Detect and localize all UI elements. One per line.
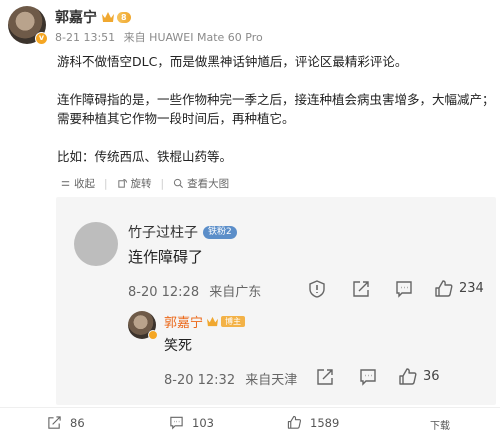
rotate-label: 旋转 (130, 178, 152, 190)
rotate-button[interactable]: 旋转 (117, 176, 152, 191)
repost-button[interactable]: 86 (47, 415, 85, 430)
host-badge: 博主 (221, 316, 246, 327)
comment-text: 连作障碍了 (128, 248, 204, 266)
post-action-bar: 86 103 1589 下载 (0, 408, 500, 440)
thumbs-up-icon (435, 280, 453, 297)
thumbs-up-icon (287, 415, 302, 429)
author-avatar[interactable]: v (8, 6, 48, 45)
post-body: 游科不做悟空DLC，而是做黑神话钟馗后，评论区最精彩评论。 连作障碍指的是，一些… (57, 52, 495, 166)
toolbar-divider: | (104, 177, 108, 190)
post-date: 8-21 13:51 (55, 31, 116, 44)
post-paragraph: 比如：传统西瓜、铁棍山药等。 (57, 149, 233, 164)
download-label: 下载 (430, 421, 450, 432)
reply-button[interactable] (394, 279, 414, 299)
like-button[interactable] (434, 279, 454, 299)
share-icon (353, 281, 369, 297)
post-source: 来自 HUAWEI Mate 60 Pro (123, 31, 263, 44)
view-large-button[interactable]: 查看大图 (173, 176, 229, 191)
reply-name-line: 郭嘉宁 博主 (164, 312, 246, 331)
verified-icon (148, 330, 158, 340)
post-paragraph: 游科不做悟空DLC，而是做黑神话钟馗后，评论区最精彩评论。 (57, 54, 408, 69)
report-button[interactable] (307, 279, 327, 299)
comment-date: 8-20 12:28 (128, 285, 200, 300)
fan-badge: 铁粉2 (203, 225, 237, 239)
author-meta: 郭嘉宁 8 8-21 13:51 来自 HUAWEI Mate 60 Pro (55, 6, 263, 46)
comment-meta: 8-20 12:28 来自广东 (128, 281, 261, 300)
crown-icon (102, 12, 114, 22)
post-meta: 8-21 13:51 来自 HUAWEI Mate 60 Pro (55, 29, 263, 45)
reply-reply-button[interactable] (358, 367, 378, 387)
zoom-icon (173, 178, 184, 189)
verified-icon: v (35, 32, 48, 45)
commenter-name-line: 竹子过柱子 铁粉2 (128, 222, 237, 242)
comment-icon (396, 281, 412, 298)
reply-avatar[interactable] (128, 311, 158, 340)
reply-like-count: 36 (423, 369, 440, 384)
thumbs-up-icon (399, 368, 417, 385)
report-icon (309, 280, 325, 298)
post-paragraph: 连作障碍指的是，一些作物种完一季之后，接连种植会病虫害增多，大幅减产； (57, 92, 495, 107)
reply-item: 郭嘉宁 博主 笑死 8-20 12:32 来自天津 36 (128, 311, 488, 391)
view-large-label: 查看大图 (187, 178, 230, 190)
reply-share-button[interactable] (315, 367, 335, 387)
author-name-line: 郭嘉宁 8 (55, 8, 263, 26)
reply-location: 来自天津 (245, 373, 298, 388)
reply-author[interactable]: 郭嘉宁 (164, 312, 203, 331)
download-button[interactable]: 下载 (430, 417, 450, 432)
collapse-icon (61, 181, 70, 186)
post-header: v 郭嘉宁 8 8-21 13:51 来自 HUAWEI Mate 60 Pro (8, 6, 263, 46)
comment-count: 103 (192, 415, 214, 430)
comment-button[interactable]: 103 (169, 415, 214, 430)
author-name[interactable]: 郭嘉宁 (55, 7, 97, 27)
share-button[interactable] (351, 279, 371, 299)
comment-card: 竹子过柱子 铁粉2 连作障碍了 8-20 12:28 来自广东 234 郭嘉宁 … (56, 197, 496, 405)
weibo-post: v 郭嘉宁 8 8-21 13:51 来自 HUAWEI Mate 60 Pro… (0, 0, 500, 440)
repost-icon (48, 416, 61, 429)
like-post-button[interactable]: 1589 (287, 415, 339, 430)
commenter-avatar[interactable] (74, 222, 118, 266)
like-count: 1589 (310, 415, 340, 430)
reply-date: 8-20 12:32 (164, 373, 236, 388)
comment-like-count: 234 (459, 281, 484, 296)
level-badge: 8 (117, 11, 131, 23)
commenter-name[interactable]: 竹子过柱子 (128, 222, 198, 242)
rotate-icon (117, 178, 127, 188)
reply-like-button[interactable] (398, 367, 418, 387)
share-icon (317, 369, 333, 385)
comment-icon (360, 369, 376, 386)
reply-text: 笑死 (164, 338, 192, 354)
collapse-button[interactable]: 收起 (60, 176, 95, 191)
crown-icon (207, 316, 219, 327)
comment-icon (170, 416, 183, 430)
post-paragraph: 需要种植其它作物一段时间后，再种植它。 (57, 111, 295, 126)
reply-meta: 8-20 12:32 来自天津 (164, 369, 297, 388)
toolbar-divider: | (160, 177, 165, 190)
reply-meta-row: 8-20 12:32 来自天津 36 (164, 367, 488, 389)
collapse-label: 收起 (74, 178, 95, 190)
repost-count: 86 (70, 415, 85, 430)
image-toolbar: 收起 | 旋转 | 查看大图 (60, 176, 238, 191)
comment-location: 来自广东 (209, 285, 262, 300)
comment-meta-row: 8-20 12:28 来自广东 234 (128, 279, 488, 301)
